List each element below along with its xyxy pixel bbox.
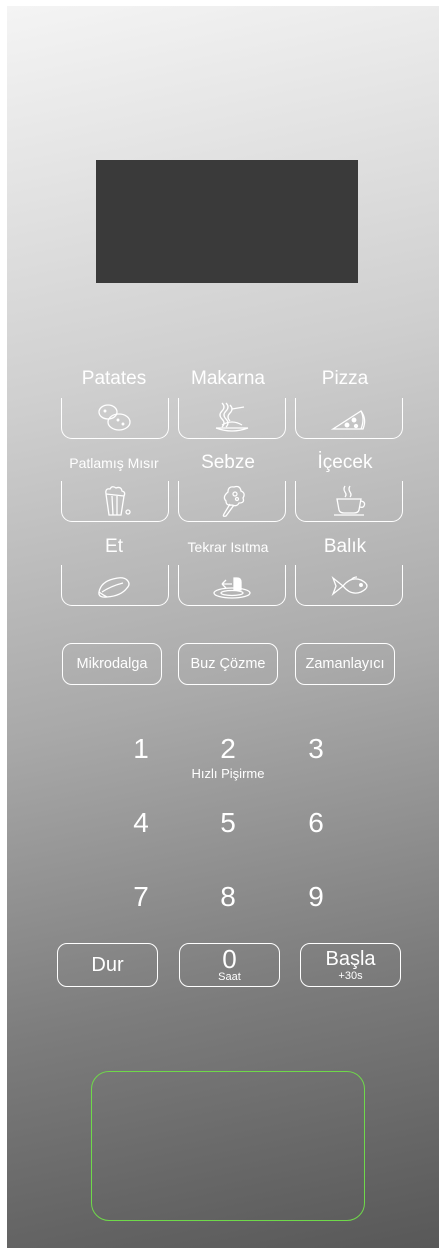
vegetable-icon (222, 485, 245, 517)
stop-button[interactable]: Dur (57, 943, 158, 987)
program-label-potato: Patates (81, 368, 147, 389)
potato-icon (98, 404, 131, 431)
program-label-popcorn: Patlamış Mısır (69, 455, 159, 471)
program-button-vegetable[interactable] (178, 481, 286, 522)
pasta-icon (215, 402, 249, 432)
stop-label: Dur (91, 954, 124, 976)
program-label-reheat: Tekrar Isıtma (187, 539, 269, 555)
program-label-drink: İçecek (317, 452, 373, 473)
program-button-pizza[interactable] (295, 398, 403, 439)
zero-clock-button[interactable]: 0 Saat (179, 943, 280, 987)
program-button-fish[interactable] (295, 565, 403, 606)
program-button-pasta[interactable] (178, 398, 286, 439)
clock-label: Saat (218, 971, 241, 983)
microwave-control-panel: Patates Makarna Pizza Patlamış Mısır Seb… (7, 6, 439, 1248)
key-8[interactable]: 8 (198, 882, 258, 912)
key-1[interactable]: 1 (111, 734, 171, 764)
program-label-meat: Et (105, 536, 123, 557)
key-9[interactable]: 9 (286, 882, 346, 912)
program-label-fish: Balık (323, 536, 367, 557)
program-label-vegetable: Sebze (201, 452, 255, 473)
meat-icon (98, 577, 130, 598)
start-plus-30s-label: +30s (338, 970, 363, 982)
cup-icon (334, 485, 366, 516)
key-3[interactable]: 3 (286, 734, 346, 764)
door-sensor-pad[interactable] (91, 1071, 365, 1221)
program-button-drink[interactable] (295, 481, 403, 522)
program-button-reheat[interactable] (178, 565, 286, 606)
start-button[interactable]: Başla +30s (300, 943, 401, 987)
program-button-popcorn[interactable] (61, 481, 169, 522)
key-5[interactable]: 5 (198, 808, 258, 838)
program-label-pasta: Makarna (191, 368, 265, 389)
program-label-pizza: Pizza (321, 368, 369, 389)
quick-cook-label: Hızlı Pişirme (191, 766, 265, 781)
reheat-plate-icon (213, 577, 251, 599)
program-button-meat[interactable] (61, 565, 169, 606)
key-7[interactable]: 7 (111, 882, 171, 912)
popcorn-icon (105, 486, 131, 516)
fish-icon (331, 576, 368, 596)
lcd-display (96, 160, 358, 283)
key-6[interactable]: 6 (286, 808, 346, 838)
microwave-button[interactable]: Mikrodalga (62, 643, 162, 685)
key-2[interactable]: 2 (198, 734, 258, 764)
defrost-button[interactable]: Buz Çözme (178, 643, 278, 685)
timer-button[interactable]: Zamanlayıcı (295, 643, 395, 685)
zero-label: 0 (222, 944, 237, 974)
pizza-icon (330, 410, 366, 430)
program-button-potato[interactable] (61, 398, 169, 439)
key-4[interactable]: 4 (111, 808, 171, 838)
start-label: Başla (325, 948, 376, 970)
